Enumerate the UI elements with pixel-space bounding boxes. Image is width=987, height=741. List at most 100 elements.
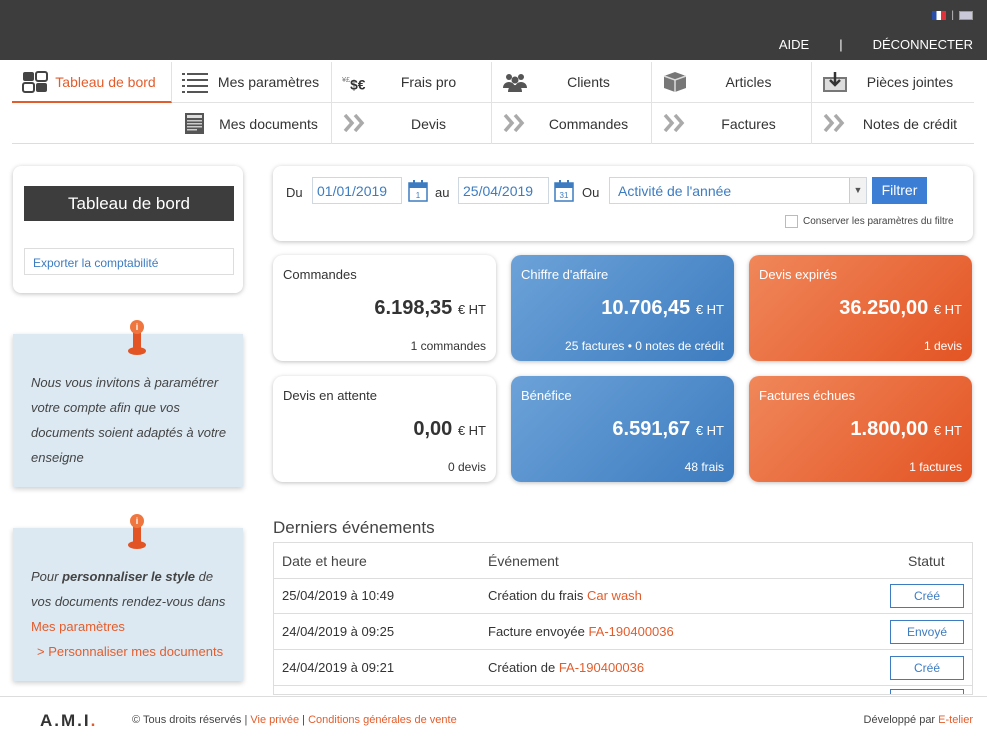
stat-tile-commandes[interactable]: Commandes 6.198,35 € HT 1 commandes: [273, 255, 496, 361]
nav-label: Mes paramètres: [217, 74, 320, 90]
nav-mes-parametres[interactable]: Mes paramètres: [172, 62, 332, 103]
nav-tableau-de-bord[interactable]: Tableau de bord: [12, 62, 172, 103]
tile-value: 36.250,00 € HT: [839, 297, 962, 320]
checkbox-box[interactable]: [785, 215, 798, 228]
logo-text: A.M.I: [40, 711, 91, 730]
nav-pieces-jointes[interactable]: Pièces jointes: [812, 62, 974, 103]
event-desc: Facture envoyée FA-190400036: [488, 624, 674, 639]
nav-label: Devis: [410, 115, 446, 132]
svg-text:i: i: [136, 516, 139, 526]
french-flag-icon[interactable]: [932, 11, 947, 20]
status-badge[interactable]: Créé: [890, 656, 964, 680]
event-desc-prefix: Facture envoyée: [488, 624, 589, 639]
sidebar-title: Tableau de bord: [24, 186, 234, 221]
keep-filter-label: Conserver les paramètres du filtre: [803, 216, 954, 227]
double-chevron-icon: [663, 113, 685, 133]
language-switcher: |: [932, 10, 973, 21]
table-header: Date et heure Événement Statut: [274, 543, 972, 579]
chevron-down-icon[interactable]: ▼: [849, 178, 866, 203]
download-tray-icon: [823, 72, 847, 92]
developer-link[interactable]: E-telier: [938, 714, 973, 726]
event-desc: Création de FA-190400036: [488, 660, 644, 675]
tile-title: Bénéfice: [521, 388, 572, 403]
nav-label: Mes documents: [219, 115, 318, 132]
note-text: Pour personnaliser le style de vos docum…: [31, 564, 236, 614]
nav-factures[interactable]: Factures: [652, 103, 812, 144]
nav-frais-pro[interactable]: ¥£ $€ Frais pro: [332, 62, 492, 103]
nav-articles[interactable]: Articles: [652, 62, 812, 103]
date-to-input[interactable]: 25/04/2019: [458, 177, 549, 204]
logo-dot: .: [90, 711, 98, 730]
tile-unit: € HT: [457, 423, 486, 438]
stat-tile-factures-echues[interactable]: Factures échues 1.800,00 € HT 1 factures: [749, 376, 972, 482]
header-status: Statut: [908, 553, 945, 569]
help-link[interactable]: AIDE: [779, 37, 809, 52]
status-badge[interactable]: Créé: [890, 584, 964, 608]
tile-subtitle: 1 devis: [923, 339, 962, 353]
nav-devis[interactable]: Devis: [332, 103, 492, 144]
note-text-prefix: Pour: [31, 569, 63, 584]
tile-amount: 0,00: [413, 418, 453, 440]
to-label: au: [435, 185, 450, 200]
currency-icon: ¥£ $€: [342, 75, 366, 92]
tile-value: 10.706,45 € HT: [601, 297, 724, 320]
status-badge[interactable]: Envoyé: [890, 620, 964, 644]
uk-flag-icon[interactable]: [959, 11, 973, 20]
top-bar: | AIDE | DÉCONNECTER: [0, 0, 987, 60]
pushpin-icon: i: [128, 320, 146, 355]
table-row: 24/04/2019 à 09:25 Facture envoyée FA-19…: [274, 614, 972, 650]
table-row: 24/04/2019 à 09:21 Création de FA-190400…: [274, 650, 972, 686]
event-link[interactable]: Car wash: [587, 588, 642, 603]
event-link[interactable]: FA-190400036: [559, 660, 644, 675]
stat-tile-chiffre-affaire[interactable]: Chiffre d'affaire 10.706,45 € HT 25 fact…: [511, 255, 734, 361]
nav-clients[interactable]: Clients: [492, 62, 652, 103]
stat-tile-devis-expires[interactable]: Devis expirés 36.250,00 € HT 1 devis: [749, 255, 972, 361]
period-select[interactable]: Activité de l'année ▼: [609, 177, 867, 204]
calendar-icon[interactable]: 1: [408, 180, 428, 202]
footer-sep: |: [299, 714, 309, 726]
nav-label: Tableau de bord: [55, 73, 156, 90]
nav-mes-documents[interactable]: Mes documents: [172, 103, 332, 144]
svg-text:$€: $€: [350, 76, 366, 92]
users-icon: [503, 74, 527, 92]
nav-commandes[interactable]: Commandes: [492, 103, 652, 144]
header-date: Date et heure: [282, 553, 367, 569]
mes-parametres-link[interactable]: Mes paramètres: [31, 614, 125, 639]
ami-logo: A.M.I.: [40, 711, 97, 731]
filter-button[interactable]: Filtrer: [872, 177, 927, 204]
privacy-link[interactable]: Vie privée: [250, 714, 299, 726]
sidebar-card: Tableau de bord Exporter la comptabilité: [13, 166, 243, 293]
event-date: 25/04/2019 à 10:49: [282, 588, 395, 603]
tile-amount: 6.198,35: [374, 297, 453, 319]
developer-credit: Développé par E-telier: [864, 714, 973, 726]
top-links: AIDE | DÉCONNECTER: [779, 37, 973, 52]
calendar-icon[interactable]: 31: [554, 180, 574, 202]
event-link[interactable]: FA-190400036: [588, 624, 673, 639]
logout-link[interactable]: DÉCONNECTER: [873, 37, 973, 52]
list-icon: [182, 73, 208, 93]
stat-tile-benefice[interactable]: Bénéfice 6.591,67 € HT 48 frais: [511, 376, 734, 482]
tile-subtitle: 25 factures • 0 notes de crédit: [565, 339, 724, 353]
tile-subtitle: 1 commandes: [410, 339, 486, 353]
date-from-input[interactable]: 01/01/2019: [312, 177, 402, 204]
terms-link[interactable]: Conditions générales de vente: [308, 714, 457, 726]
export-accounting-link[interactable]: Exporter la comptabilité: [24, 248, 234, 275]
pushpin-icon: i: [128, 514, 146, 549]
or-label: Ou: [582, 185, 600, 200]
keep-filter-checkbox[interactable]: Conserver les paramètres du filtre: [785, 215, 954, 228]
tile-title: Commandes: [283, 267, 357, 282]
footer: A.M.I. © Tous droits réservés | Vie priv…: [0, 696, 987, 741]
tile-amount: 10.706,45: [601, 297, 691, 319]
lang-separator: |: [951, 10, 954, 21]
stat-tile-devis-attente[interactable]: Devis en attente 0,00 € HT 0 devis: [273, 376, 496, 482]
tile-title: Chiffre d'affaire: [521, 267, 609, 282]
box-icon: [663, 72, 687, 92]
calendar-day: 31: [560, 191, 569, 200]
nav-label: Frais pro: [400, 74, 457, 90]
double-chevron-icon: [503, 113, 525, 133]
status-badge[interactable]: [890, 689, 964, 694]
nav-notes-de-credit[interactable]: Notes de crédit: [812, 103, 974, 144]
nav-label: Notes de crédit: [862, 115, 958, 132]
event-date: 24/04/2019 à 09:21: [282, 660, 395, 675]
personnaliser-documents-link[interactable]: > Personnaliser mes documents: [37, 639, 223, 664]
